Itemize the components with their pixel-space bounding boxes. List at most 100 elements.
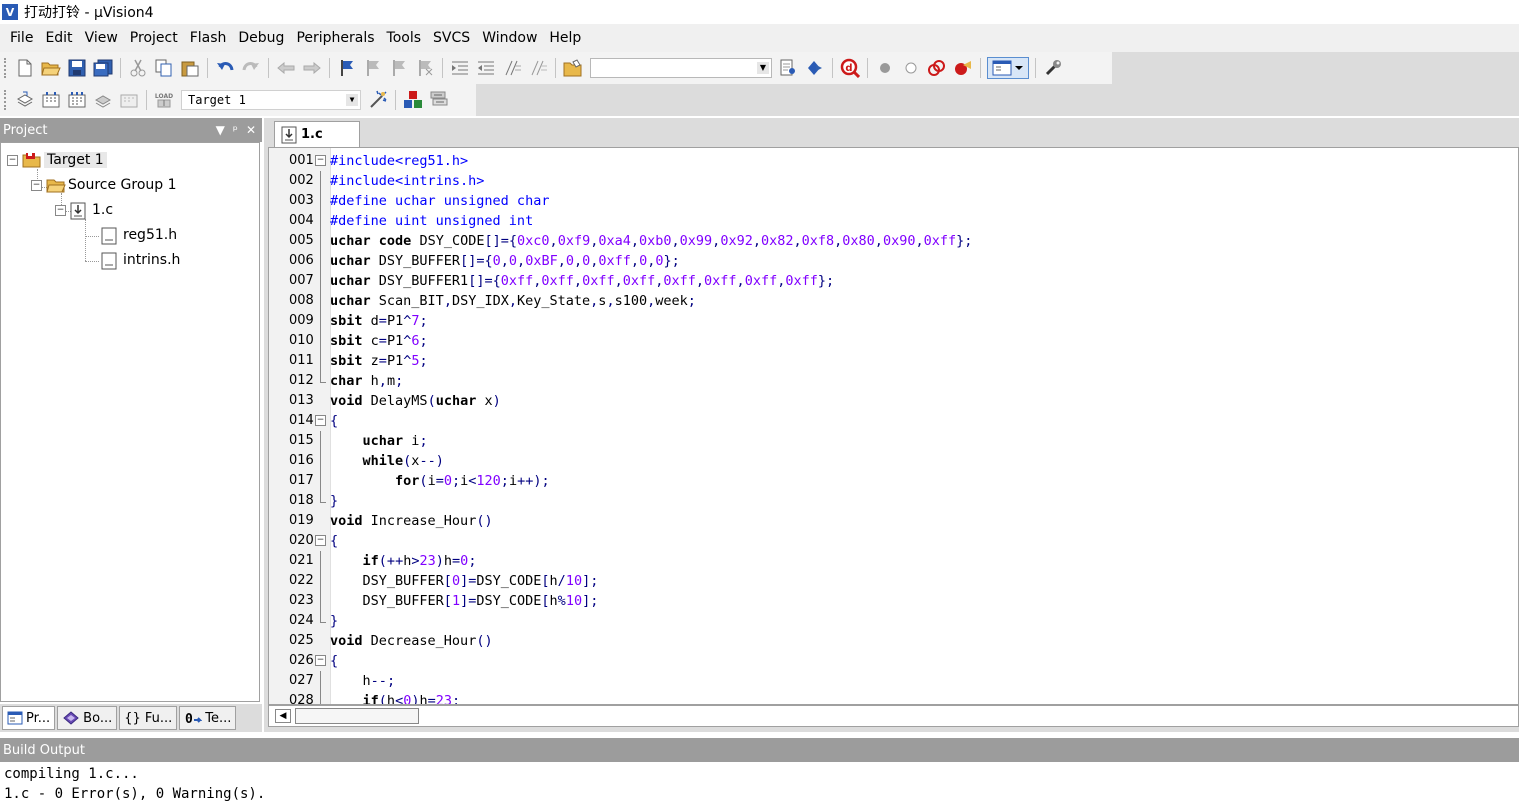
incremental-find-button[interactable] xyxy=(778,57,800,79)
code-line[interactable]: 019 void Increase_Hour() xyxy=(269,511,1509,531)
code-line[interactable]: 015 uchar i; xyxy=(269,431,1509,451)
find-in-files-button[interactable] xyxy=(562,57,584,79)
find-button[interactable] xyxy=(804,57,826,79)
breakpoint-button[interactable] xyxy=(874,57,896,79)
close-icon[interactable]: ✕ xyxy=(246,123,256,137)
target-options-button[interactable] xyxy=(367,89,389,111)
collapse-icon[interactable]: − xyxy=(55,204,66,216)
nav-back-button[interactable] xyxy=(275,57,297,79)
menu-flash[interactable]: Flash xyxy=(184,25,233,51)
find-combo[interactable]: ▼ xyxy=(590,58,772,78)
bookmark-button[interactable] xyxy=(336,57,358,79)
panel-menu-icon[interactable]: ▼ xyxy=(216,123,225,137)
redo-button[interactable] xyxy=(240,57,262,79)
menu-tools[interactable]: Tools xyxy=(381,25,428,51)
menu-edit[interactable]: Edit xyxy=(39,25,78,51)
code-line[interactable]: 001− #include<reg51.h> xyxy=(269,151,1509,171)
menu-debug[interactable]: Debug xyxy=(232,25,290,51)
tab-books[interactable]: Bo... xyxy=(57,706,118,730)
new-file-button[interactable] xyxy=(14,57,36,79)
next-bookmark-button[interactable] xyxy=(388,57,410,79)
download-button[interactable]: LOAD xyxy=(153,89,175,111)
code-line[interactable]: 006 uchar DSY_BUFFER[]={0,0,0xBF,0,0,0xff… xyxy=(269,251,1509,271)
toolbar-grip[interactable] xyxy=(4,58,8,78)
code-line[interactable]: 007 uchar DSY_BUFFER1[]={0xff,0xff,0xff,0… xyxy=(269,271,1509,291)
code-line[interactable]: 010 sbit c=P1^6; xyxy=(269,331,1509,351)
code-line[interactable]: 004 #define uint unsigned int xyxy=(269,211,1509,231)
tree-node-reg51[interactable]: reg51.h xyxy=(101,224,177,246)
save-button[interactable] xyxy=(66,57,88,79)
code-line[interactable]: 028 if(h<0)h=23; xyxy=(269,691,1509,704)
chevron-down-icon[interactable]: ▼ xyxy=(346,94,358,106)
stop-build-button[interactable] xyxy=(118,89,140,111)
code-line[interactable]: 011 sbit z=P1^5; xyxy=(269,351,1509,371)
copy-button[interactable] xyxy=(153,57,175,79)
kill-all-breakpoints-button[interactable] xyxy=(952,57,974,79)
code-line[interactable]: 018} xyxy=(269,491,1509,511)
code-line[interactable]: 012 char h,m; xyxy=(269,371,1509,391)
translate-button[interactable] xyxy=(14,89,36,111)
comment-button[interactable] xyxy=(501,57,523,79)
editor-horizontal-scrollbar[interactable]: ◀ xyxy=(268,705,1519,727)
code-line[interactable]: 003 #define uchar unsigned char xyxy=(269,191,1509,211)
batch-build-button[interactable] xyxy=(92,89,114,111)
pin-icon[interactable]: ᵖ xyxy=(233,123,238,137)
code-line[interactable]: 009 sbit d=P1^7; xyxy=(269,311,1509,331)
menu-peripherals[interactable]: Peripherals xyxy=(290,25,380,51)
collapse-icon[interactable]: − xyxy=(31,179,42,191)
clear-bookmarks-button[interactable] xyxy=(414,57,436,79)
menu-project[interactable]: Project xyxy=(124,25,184,51)
code-line[interactable]: 021 if(++h>23)h=0; xyxy=(269,551,1509,571)
code-editor[interactable]: 001− #include<reg51.h> 002 #include<intrins… xyxy=(268,147,1519,705)
menu-view[interactable]: View xyxy=(79,25,124,51)
editor-tab-1c[interactable]: 1.c xyxy=(274,121,360,147)
indent-button[interactable] xyxy=(449,57,471,79)
configure-button[interactable] xyxy=(1042,57,1064,79)
paste-button[interactable] xyxy=(179,57,201,79)
code-line[interactable]: 017 for(i=0;i<120;i++); xyxy=(269,471,1509,491)
code-line[interactable]: 022 DSY_BUFFER[0]=DSY_CODE[h/10]; xyxy=(269,571,1509,591)
fold-toggle-icon[interactable]: − xyxy=(315,535,326,546)
code-line[interactable]: 026−{ xyxy=(269,651,1509,671)
undo-button[interactable] xyxy=(214,57,236,79)
code-line[interactable]: 023 DSY_BUFFER[1]=DSY_CODE[h%10]; xyxy=(269,591,1509,611)
menu-help[interactable]: Help xyxy=(543,25,587,51)
menu-svcs[interactable]: SVCS xyxy=(427,25,476,51)
scrollbar-thumb[interactable] xyxy=(295,708,419,724)
build-button[interactable] xyxy=(40,89,62,111)
disable-breakpoint-button[interactable] xyxy=(900,57,922,79)
books-button[interactable] xyxy=(428,89,450,111)
tab-project[interactable]: Pr... xyxy=(2,706,56,730)
open-button[interactable] xyxy=(40,57,62,79)
nav-forward-button[interactable] xyxy=(301,57,323,79)
tree-node-target[interactable]: − Target 1 xyxy=(7,149,107,171)
tree-node-file-1c[interactable]: − 1.c xyxy=(55,199,113,221)
cut-button[interactable] xyxy=(127,57,149,79)
code-line[interactable]: 025 void Decrease_Hour() xyxy=(269,631,1509,651)
code-line[interactable]: 013 void DelayMS(uchar x) xyxy=(269,391,1509,411)
fold-toggle-icon[interactable]: − xyxy=(315,155,326,166)
tree-node-source-group[interactable]: − Source Group 1 xyxy=(31,174,177,196)
prev-bookmark-button[interactable] xyxy=(362,57,384,79)
unindent-button[interactable] xyxy=(475,57,497,79)
code-line[interactable]: 024} xyxy=(269,611,1509,631)
code-line[interactable]: 014−{ xyxy=(269,411,1509,431)
target-select[interactable]: Target 1 ▼ xyxy=(181,90,361,110)
rebuild-button[interactable] xyxy=(66,89,88,111)
fold-toggle-icon[interactable]: − xyxy=(315,655,326,666)
code-line[interactable]: 016 while(x--) xyxy=(269,451,1509,471)
build-output-panel[interactable]: compiling 1.c... 1.c - 0 Error(s), 0 War… xyxy=(0,762,1519,808)
toolbar-grip[interactable] xyxy=(4,90,8,110)
disable-all-breakpoints-button[interactable] xyxy=(926,57,948,79)
menu-file[interactable]: File xyxy=(4,25,39,51)
manage-components-button[interactable] xyxy=(402,89,424,111)
save-all-button[interactable] xyxy=(92,57,114,79)
code-line[interactable]: 002 #include<intrins.h> xyxy=(269,171,1509,191)
chevron-down-icon[interactable]: ▼ xyxy=(757,62,769,74)
window-layout-button[interactable] xyxy=(987,57,1029,79)
collapse-icon[interactable]: − xyxy=(7,154,18,166)
code-line[interactable]: 005 uchar code DSY_CODE[]={0xc0,0xf9,0xa4… xyxy=(269,231,1509,251)
tree-node-intrins[interactable]: intrins.h xyxy=(101,249,180,271)
uncomment-button[interactable] xyxy=(527,57,549,79)
debug-button[interactable]: d xyxy=(839,57,861,79)
